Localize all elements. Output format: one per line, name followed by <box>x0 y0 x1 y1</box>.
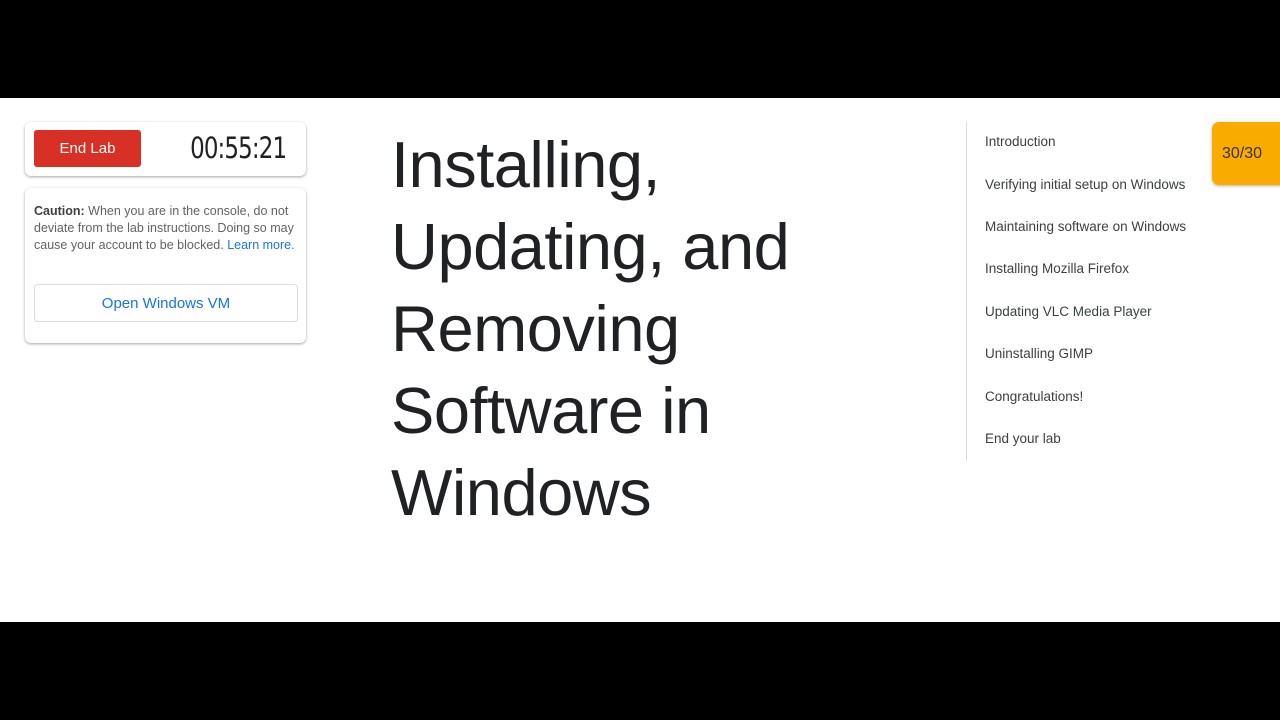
lab-page: End Lab 00:55:21 Caution: When you are i… <box>0 98 1280 622</box>
learn-more-link[interactable]: Learn more. <box>227 238 294 252</box>
toc-item-updating-vlc[interactable]: Updating VLC Media Player <box>985 304 1152 319</box>
score-badge: 30/30 <box>1212 122 1280 185</box>
end-lab-button[interactable]: End Lab <box>34 130 141 167</box>
open-windows-vm-button[interactable]: Open Windows VM <box>34 284 298 322</box>
toc-item-uninstalling-gimp[interactable]: Uninstalling GIMP <box>985 346 1093 361</box>
toc-item-end-your-lab[interactable]: End your lab <box>985 431 1061 446</box>
toc-item-verifying-setup[interactable]: Verifying initial setup on Windows <box>985 177 1185 192</box>
toc-item-introduction[interactable]: Introduction <box>985 134 1056 149</box>
toc-item-congratulations[interactable]: Congratulations! <box>985 389 1083 404</box>
table-of-contents: Introduction Verifying initial setup on … <box>966 122 1211 461</box>
lab-timer: 00:55:21 <box>189 131 287 165</box>
caution-label: Caution: <box>34 204 85 218</box>
letterbox-top <box>0 0 1280 98</box>
toc-item-installing-firefox[interactable]: Installing Mozilla Firefox <box>985 261 1129 276</box>
toc-item-maintaining-software[interactable]: Maintaining software on Windows <box>985 219 1186 234</box>
letterbox-bottom <box>0 622 1280 720</box>
caution-message: Caution: When you are in the console, do… <box>34 203 300 254</box>
caution-card: Caution: When you are in the console, do… <box>25 188 306 343</box>
lab-control-card: End Lab 00:55:21 <box>25 122 306 176</box>
page-title: Installing, Updating, and Removing Softw… <box>391 128 790 529</box>
